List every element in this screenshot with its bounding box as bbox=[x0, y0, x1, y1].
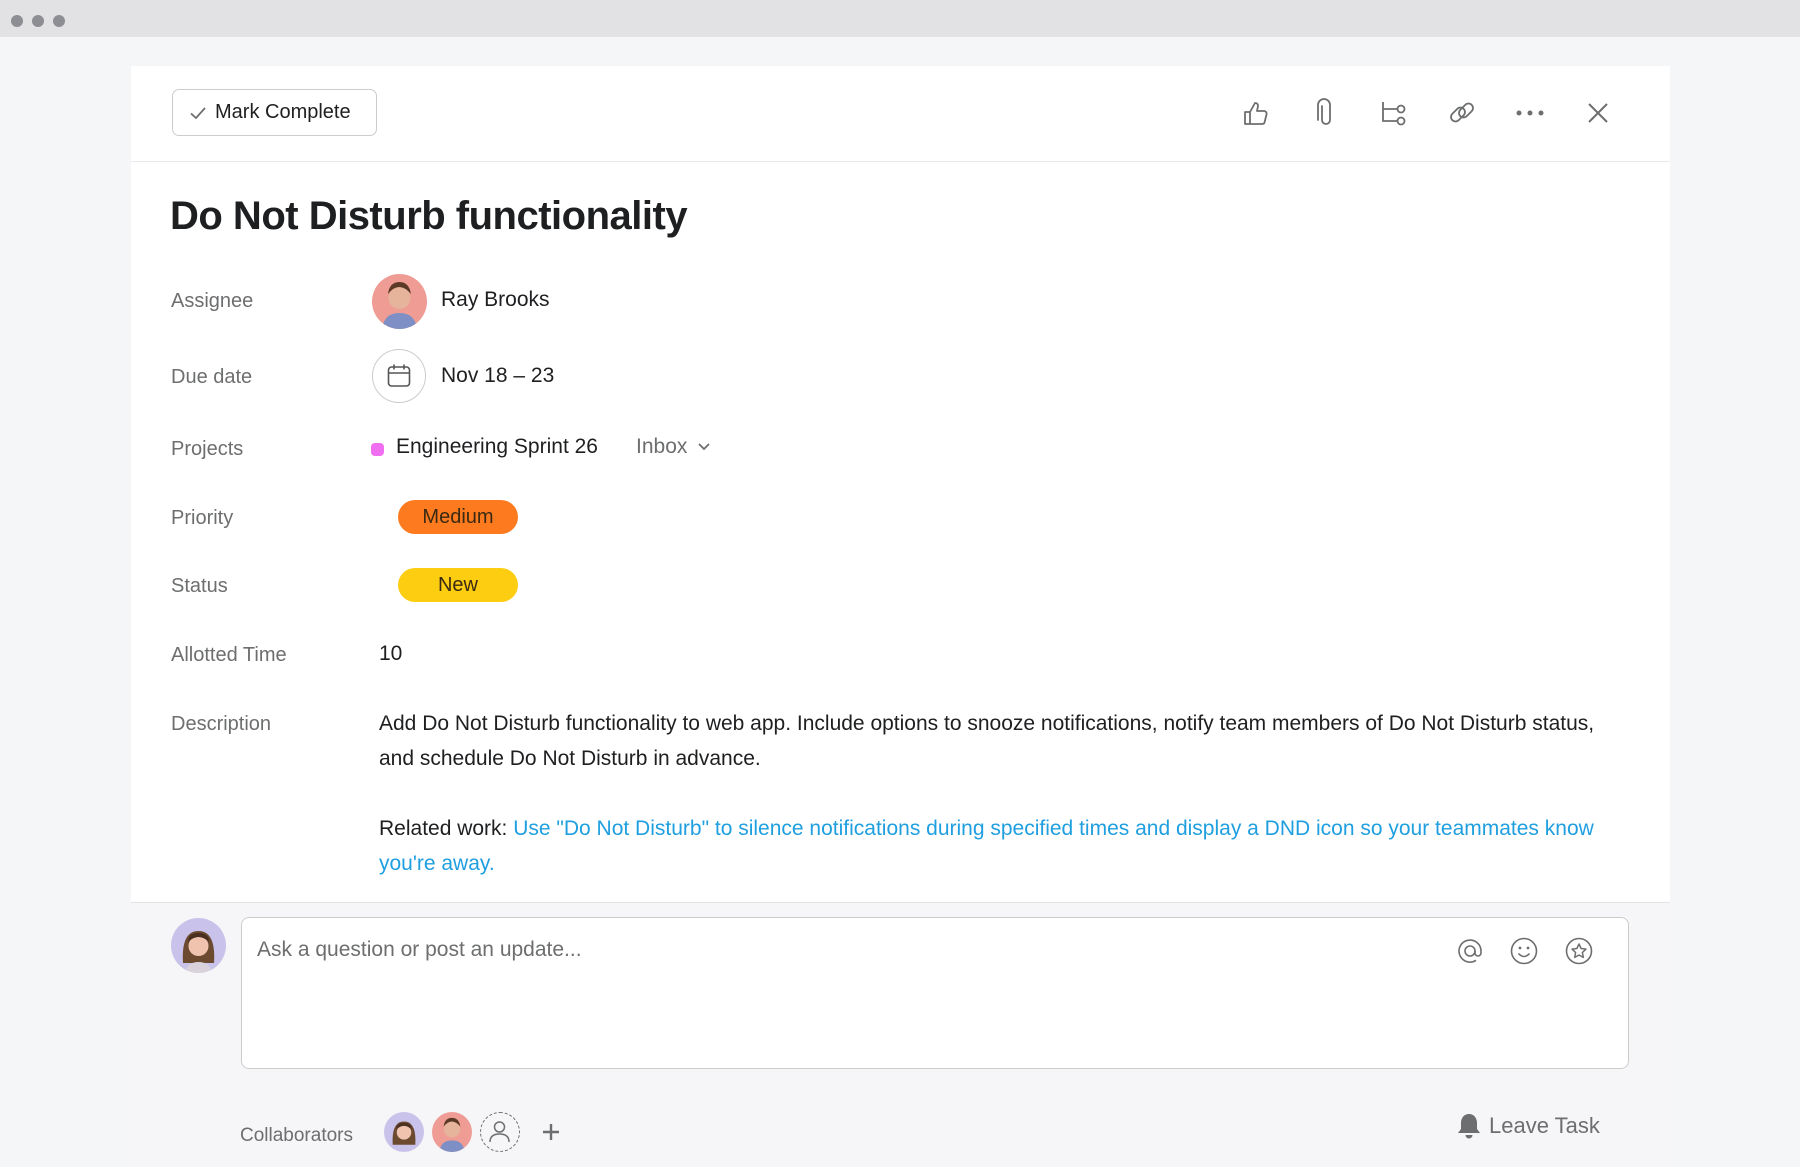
priority-label: Priority bbox=[171, 507, 234, 529]
window-dot[interactable] bbox=[32, 15, 44, 27]
allotted-time-label: Allotted Time bbox=[171, 644, 287, 666]
description-text: Add Do Not Disturb functionality to web … bbox=[379, 712, 1595, 770]
collaborator-avatar[interactable] bbox=[432, 1112, 472, 1152]
status-badge[interactable]: New bbox=[398, 568, 518, 602]
copy-link-button[interactable] bbox=[1445, 96, 1479, 130]
comment-placeholder: Ask a question or post an update... bbox=[257, 938, 582, 961]
subtask-icon bbox=[1382, 102, 1406, 126]
attach-button[interactable] bbox=[1309, 96, 1343, 130]
like-button[interactable] bbox=[1239, 96, 1273, 130]
close-icon bbox=[1588, 103, 1608, 123]
avatar-image bbox=[382, 282, 417, 329]
assignee-label: Assignee bbox=[171, 290, 254, 312]
task-toolbar: Mark Complete bbox=[131, 66, 1670, 162]
project-name[interactable]: Engineering Sprint 26 bbox=[396, 435, 598, 459]
description-editor[interactable]: Add Do Not Disturb functionality to web … bbox=[379, 706, 1629, 881]
add-collaborator-placeholder[interactable] bbox=[480, 1112, 520, 1152]
emoji-icon bbox=[1510, 937, 1538, 965]
status-label: Status bbox=[171, 575, 228, 597]
mark-complete-button[interactable]: Mark Complete bbox=[172, 89, 377, 136]
comment-input[interactable]: Ask a question or post an update... bbox=[241, 917, 1629, 1069]
mark-complete-label: Mark Complete bbox=[215, 101, 351, 123]
current-user-avatar bbox=[171, 918, 226, 973]
bell-icon bbox=[1458, 1114, 1480, 1139]
due-date-picker[interactable] bbox=[372, 349, 426, 403]
appreciation-button[interactable] bbox=[1564, 936, 1594, 966]
collaborators-label: Collaborators bbox=[240, 1125, 353, 1146]
calendar-icon bbox=[387, 364, 411, 387]
mention-button[interactable] bbox=[1455, 936, 1485, 966]
due-date-label: Due date bbox=[171, 366, 253, 388]
assignee-avatar[interactable] bbox=[372, 274, 427, 329]
person-icon bbox=[489, 1121, 510, 1143]
related-work-prefix: Related work: bbox=[379, 817, 514, 840]
description-label: Description bbox=[171, 713, 272, 735]
due-date-value[interactable]: Nov 18 – 23 bbox=[441, 364, 554, 388]
more-icon bbox=[1516, 110, 1544, 116]
project-section-label: Inbox bbox=[636, 435, 688, 458]
avatar-image bbox=[182, 931, 215, 973]
chevron-down-icon bbox=[698, 443, 711, 451]
leave-task-button[interactable]: Leave Task bbox=[1457, 1112, 1600, 1140]
collaborator-avatar[interactable] bbox=[384, 1112, 424, 1152]
window-dot[interactable] bbox=[53, 15, 65, 27]
projects-label: Projects bbox=[171, 438, 244, 460]
emoji-button[interactable] bbox=[1509, 936, 1539, 966]
plus-icon bbox=[543, 1124, 559, 1140]
comment-section: Ask a question or post an update... Coll… bbox=[131, 902, 1670, 1167]
window-titlebar bbox=[0, 0, 1800, 37]
related-work-link[interactable]: Use "Do Not Disturb" to silence notifica… bbox=[379, 817, 1594, 875]
priority-badge[interactable]: Medium bbox=[398, 500, 518, 534]
thumbs-up-icon bbox=[1244, 102, 1268, 125]
add-collaborator-button[interactable] bbox=[541, 1122, 561, 1142]
task-detail-card: Mark Complete Do Not Disturb functionali… bbox=[131, 66, 1670, 902]
more-button[interactable] bbox=[1513, 96, 1547, 130]
window-dot[interactable] bbox=[11, 15, 23, 27]
project-color-dot bbox=[371, 443, 384, 456]
task-title[interactable]: Do Not Disturb functionality bbox=[170, 194, 688, 239]
paperclip-icon bbox=[1317, 98, 1331, 125]
check-icon bbox=[190, 106, 206, 119]
related-work: Related work: Use "Do Not Disturb" to si… bbox=[379, 811, 1629, 881]
leave-task-label: Leave Task bbox=[1489, 1113, 1600, 1138]
close-button[interactable] bbox=[1581, 96, 1615, 130]
star-icon bbox=[1565, 937, 1593, 965]
allotted-time-value[interactable]: 10 bbox=[379, 642, 402, 666]
mention-icon bbox=[1458, 939, 1482, 963]
project-section-dropdown[interactable]: Inbox bbox=[636, 435, 711, 459]
assignee-name[interactable]: Ray Brooks bbox=[441, 288, 550, 312]
avatar-image bbox=[439, 1117, 465, 1152]
link-icon bbox=[1450, 102, 1474, 123]
subtask-button[interactable] bbox=[1377, 96, 1411, 130]
avatar-image bbox=[392, 1121, 416, 1145]
